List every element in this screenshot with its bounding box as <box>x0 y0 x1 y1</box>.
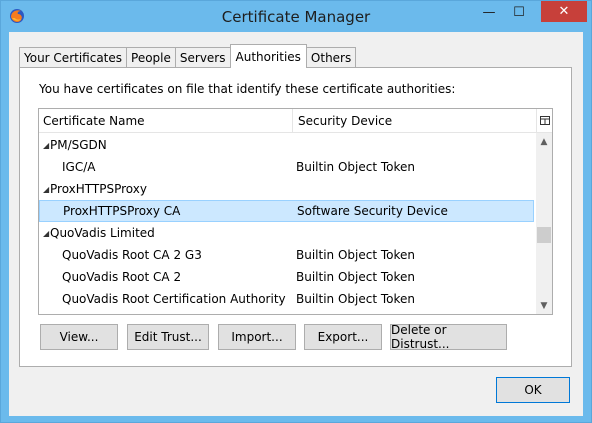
tab-others[interactable]: Others <box>305 47 357 68</box>
maximize-button[interactable]: ☐ <box>506 2 532 22</box>
authorities-panel: You have certificates on file that ident… <box>19 67 572 367</box>
cert-name: IGC/A <box>62 160 96 174</box>
export-button[interactable]: Export... <box>304 324 382 350</box>
scrollbar-thumb[interactable] <box>537 227 551 243</box>
intro-text: You have certificates on file that ident… <box>39 82 456 96</box>
tree-cert-row-selected[interactable]: ProxHTTPSProxy CA Software Security Devi… <box>39 200 534 222</box>
tab-authorities[interactable]: Authorities <box>229 44 307 68</box>
cert-device: Builtin Object Token <box>296 270 416 284</box>
column-picker-icon[interactable] <box>536 109 552 132</box>
cert-device: Builtin Object Token <box>296 292 416 306</box>
group-name: PM/SGDN <box>50 138 107 152</box>
cert-device: Software Security Device <box>297 204 448 218</box>
window-title: Certificate Manager <box>221 8 371 26</box>
tab-people[interactable]: People <box>126 47 176 68</box>
dialog-body: Your Certificates People Servers Authori… <box>9 32 583 416</box>
cert-name: ProxHTTPSProxy CA <box>63 204 181 218</box>
tree-cert-row[interactable]: QuoVadis Root CA 2 G3 Builtin Object Tok… <box>39 244 536 266</box>
tree-cert-row[interactable]: QuoVadis Root CA 2 Builtin Object Token <box>39 266 536 288</box>
tree-group-row[interactable]: ◢ PM/SGDN <box>39 134 536 156</box>
view-button[interactable]: View... <box>40 324 118 350</box>
cert-device: Builtin Object Token <box>296 160 416 174</box>
group-name: QuoVadis Limited <box>50 226 155 240</box>
cert-name: QuoVadis Root CA 2 G3 <box>62 248 202 262</box>
collapse-arrow-icon[interactable]: ◢ <box>43 229 49 238</box>
certificate-tree[interactable]: Certificate Name Security Device ◢ PM/SG… <box>38 108 553 315</box>
vertical-scrollbar[interactable]: ▲ ▼ <box>536 133 552 314</box>
close-button[interactable]: ✕ <box>541 1 587 22</box>
tab-your-certificates[interactable]: Your Certificates <box>19 47 128 68</box>
tree-header: Certificate Name Security Device <box>39 109 552 133</box>
collapse-arrow-icon[interactable]: ◢ <box>43 141 49 150</box>
cert-name: QuoVadis Root Certification Authority <box>62 292 286 306</box>
column-header-security-device[interactable]: Security Device <box>292 109 535 132</box>
tree-group-row[interactable]: ◢ QuoVadis Limited <box>39 222 536 244</box>
scroll-down-arrow-icon[interactable]: ▼ <box>536 297 552 314</box>
column-header-certificate-name[interactable]: Certificate Name <box>43 109 291 132</box>
minimize-button[interactable]: — <box>476 2 502 22</box>
scroll-up-arrow-icon[interactable]: ▲ <box>536 133 552 150</box>
import-button[interactable]: Import... <box>218 324 296 350</box>
certificate-manager-window: Certificate Manager — ☐ ✕ Your Certifica… <box>0 0 592 423</box>
tree-group-row[interactable]: ◢ ProxHTTPSProxy <box>39 178 536 200</box>
tab-servers[interactable]: Servers <box>174 47 231 68</box>
group-name: ProxHTTPSProxy <box>50 182 147 196</box>
cert-device: Builtin Object Token <box>296 248 416 262</box>
tree-cert-row[interactable]: IGC/A Builtin Object Token <box>39 156 536 178</box>
tree-rows: ◢ PM/SGDN IGC/A Builtin Object Token ◢ P… <box>39 134 536 310</box>
delete-or-distrust-button[interactable]: Delete or Distrust... <box>390 323 507 351</box>
cert-name: QuoVadis Root CA 2 <box>62 270 182 284</box>
ok-button[interactable]: OK <box>496 377 570 403</box>
tree-cert-row[interactable]: QuoVadis Root Certification Authority Bu… <box>39 288 536 310</box>
title-bar[interactable]: Certificate Manager — ☐ ✕ <box>1 1 591 31</box>
collapse-arrow-icon[interactable]: ◢ <box>43 185 49 194</box>
tab-strip: Your Certificates People Servers Authori… <box>19 44 357 68</box>
edit-trust-button[interactable]: Edit Trust... <box>127 324 209 350</box>
